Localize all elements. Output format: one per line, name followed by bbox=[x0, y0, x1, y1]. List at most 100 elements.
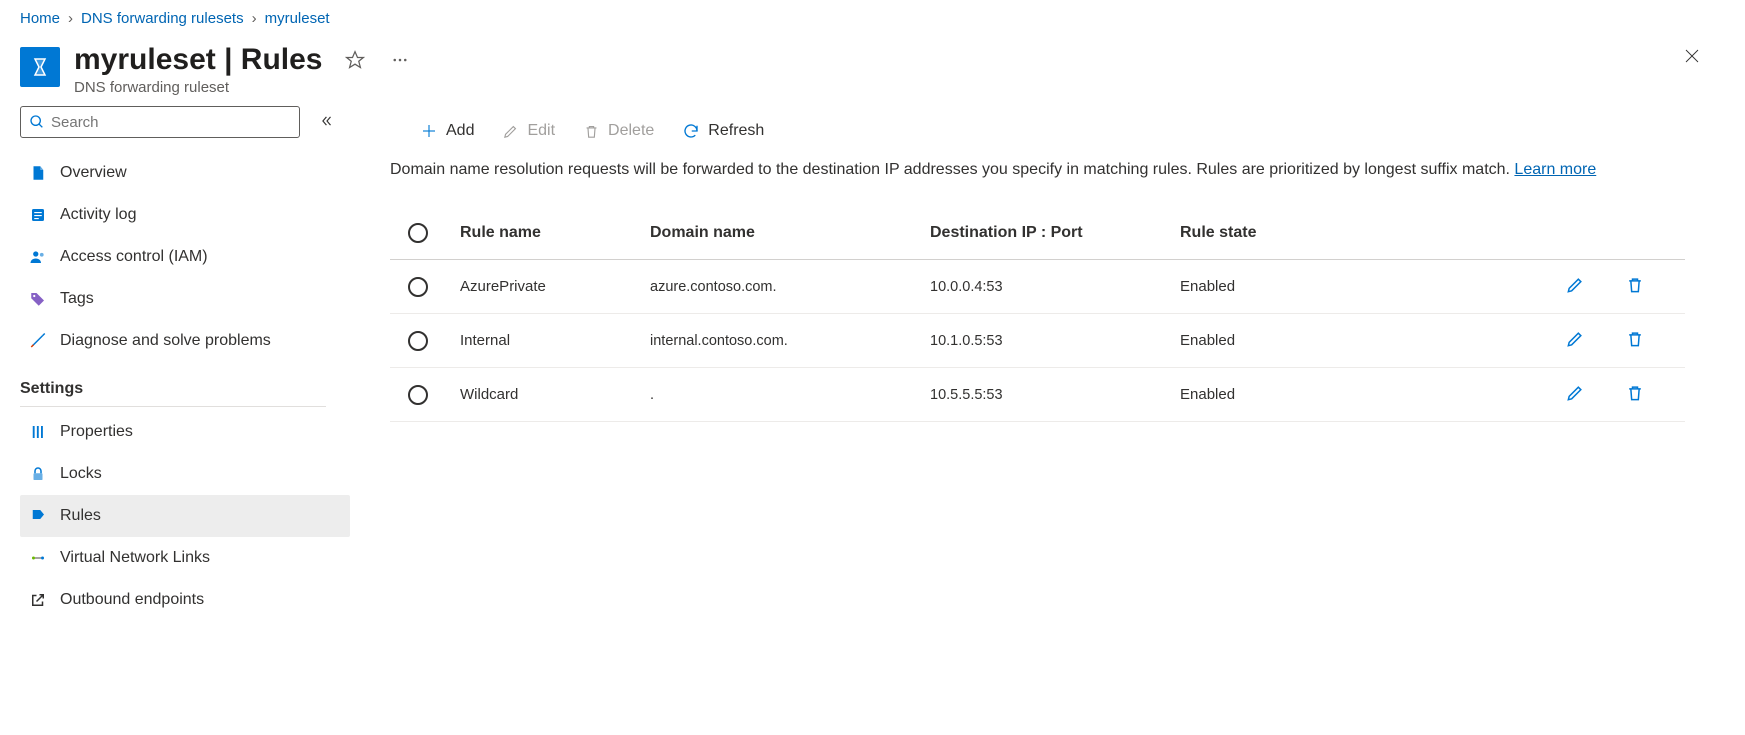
table-row: Internal internal.contoso.com. 10.1.0.5:… bbox=[390, 314, 1685, 368]
favorite-button[interactable] bbox=[341, 46, 369, 74]
page-subtitle: DNS forwarding ruleset bbox=[74, 79, 1679, 96]
cell-state: Enabled bbox=[1180, 278, 1400, 295]
sidebar-item-outbound[interactable]: Outbound endpoints bbox=[20, 579, 350, 621]
add-button[interactable]: Add bbox=[420, 122, 474, 140]
row-select-radio[interactable] bbox=[408, 385, 428, 405]
row-edit-button[interactable] bbox=[1565, 275, 1585, 295]
more-button[interactable] bbox=[387, 47, 413, 73]
chevron-double-left-icon bbox=[320, 114, 334, 128]
row-select-radio[interactable] bbox=[408, 331, 428, 351]
table-header: Rule name Domain name Destination IP : P… bbox=[390, 206, 1685, 260]
col-destination: Destination IP : Port bbox=[930, 224, 1180, 242]
row-select-radio[interactable] bbox=[408, 277, 428, 297]
sidebar-item-overview[interactable]: Overview bbox=[20, 152, 350, 194]
cell-state: Enabled bbox=[1180, 332, 1400, 349]
sidebar-item-activity-log[interactable]: Activity log bbox=[20, 194, 350, 236]
select-all-radio[interactable] bbox=[408, 223, 428, 243]
sidebar-item-label: Properties bbox=[60, 423, 133, 441]
delete-label: Delete bbox=[608, 122, 654, 140]
table-row: Wildcard . 10.5.5.5:53 Enabled bbox=[390, 368, 1685, 422]
col-domain-name: Domain name bbox=[650, 224, 930, 242]
table-row: AzurePrivate azure.contoso.com. 10.0.0.4… bbox=[390, 260, 1685, 314]
cell-domain: azure.contoso.com. bbox=[650, 279, 930, 295]
search-icon bbox=[29, 114, 45, 130]
trash-icon bbox=[1625, 383, 1645, 403]
breadcrumb-rulesets[interactable]: DNS forwarding rulesets bbox=[81, 10, 244, 27]
cell-destination: 10.5.5.5:53 bbox=[930, 387, 1180, 403]
edit-button[interactable]: Edit bbox=[502, 122, 555, 140]
activity-log-icon bbox=[28, 205, 48, 225]
description-text: Domain name resolution requests will be … bbox=[390, 158, 1685, 182]
sidebar-item-label: Virtual Network Links bbox=[60, 549, 210, 567]
close-button[interactable] bbox=[1679, 43, 1705, 69]
rules-icon bbox=[28, 506, 48, 526]
tag-icon bbox=[28, 289, 48, 309]
pencil-icon bbox=[1565, 329, 1585, 349]
sidebar-item-label: Rules bbox=[60, 507, 101, 525]
refresh-icon bbox=[682, 122, 700, 140]
sidebar-item-label: Tags bbox=[60, 290, 94, 308]
breadcrumb: Home › DNS forwarding rulesets › myrules… bbox=[0, 0, 1745, 27]
cell-rule-name: AzurePrivate bbox=[460, 278, 650, 295]
chevron-right-icon: › bbox=[68, 10, 73, 27]
trash-icon bbox=[1625, 329, 1645, 349]
row-edit-button[interactable] bbox=[1565, 383, 1585, 403]
outbound-icon bbox=[28, 590, 48, 610]
search-input[interactable] bbox=[51, 114, 291, 131]
edit-label: Edit bbox=[527, 122, 555, 140]
row-delete-button[interactable] bbox=[1625, 275, 1645, 295]
sidebar-item-label: Overview bbox=[60, 164, 127, 182]
lock-icon bbox=[28, 464, 48, 484]
overview-icon bbox=[28, 163, 48, 183]
sidebar-item-label: Diagnose and solve problems bbox=[60, 332, 271, 350]
refresh-button[interactable]: Refresh bbox=[682, 122, 764, 140]
resource-icon bbox=[20, 47, 60, 87]
row-delete-button[interactable] bbox=[1625, 383, 1645, 403]
page-header: myruleset | Rules DNS forwarding ruleset bbox=[0, 27, 1745, 106]
delete-button[interactable]: Delete bbox=[583, 122, 654, 140]
trash-icon bbox=[583, 123, 600, 140]
sidebar-item-vnet-links[interactable]: Virtual Network Links bbox=[20, 537, 350, 579]
col-rule-name: Rule name bbox=[460, 224, 650, 242]
people-icon bbox=[28, 247, 48, 267]
refresh-label: Refresh bbox=[708, 122, 764, 140]
pencil-icon bbox=[1565, 275, 1585, 295]
cell-destination: 10.0.0.4:53 bbox=[930, 279, 1180, 295]
breadcrumb-home[interactable]: Home bbox=[20, 10, 60, 27]
sidebar-item-label: Access control (IAM) bbox=[60, 248, 208, 266]
sidebar-item-label: Locks bbox=[60, 465, 102, 483]
sidebar-item-locks[interactable]: Locks bbox=[20, 453, 350, 495]
sidebar-section-settings: Settings bbox=[20, 362, 326, 407]
cell-destination: 10.1.0.5:53 bbox=[930, 333, 1180, 349]
add-label: Add bbox=[446, 122, 474, 140]
trash-icon bbox=[1625, 275, 1645, 295]
sidebar-item-label: Outbound endpoints bbox=[60, 591, 204, 609]
col-rule-state: Rule state bbox=[1180, 224, 1400, 242]
rules-table: Rule name Domain name Destination IP : P… bbox=[390, 206, 1685, 422]
learn-more-link[interactable]: Learn more bbox=[1514, 161, 1596, 178]
sidebar: Overview Activity log Access control (IA… bbox=[0, 106, 350, 621]
sidebar-item-label: Activity log bbox=[60, 206, 136, 224]
breadcrumb-current: myruleset bbox=[265, 10, 330, 27]
diagnose-icon bbox=[28, 331, 48, 351]
search-box[interactable] bbox=[20, 106, 300, 138]
collapse-sidebar-button[interactable] bbox=[320, 114, 334, 131]
cell-domain: internal.contoso.com. bbox=[650, 333, 930, 349]
page-title: myruleset | Rules bbox=[74, 43, 323, 77]
sidebar-item-rules[interactable]: Rules bbox=[20, 495, 350, 537]
pencil-icon bbox=[1565, 383, 1585, 403]
cell-rule-name: Internal bbox=[460, 332, 650, 349]
pencil-icon bbox=[502, 123, 519, 140]
plus-icon bbox=[420, 122, 438, 140]
vnet-icon bbox=[28, 548, 48, 568]
row-delete-button[interactable] bbox=[1625, 329, 1645, 349]
sidebar-item-tags[interactable]: Tags bbox=[20, 278, 350, 320]
row-edit-button[interactable] bbox=[1565, 329, 1585, 349]
sidebar-item-access-control[interactable]: Access control (IAM) bbox=[20, 236, 350, 278]
properties-icon bbox=[28, 422, 48, 442]
sidebar-item-diagnose[interactable]: Diagnose and solve problems bbox=[20, 320, 350, 362]
toolbar: Add Edit Delete Refresh bbox=[390, 116, 1685, 158]
cell-rule-name: Wildcard bbox=[460, 386, 650, 403]
main-content: Add Edit Delete Refresh Domain name reso… bbox=[350, 106, 1745, 621]
sidebar-item-properties[interactable]: Properties bbox=[20, 411, 350, 453]
